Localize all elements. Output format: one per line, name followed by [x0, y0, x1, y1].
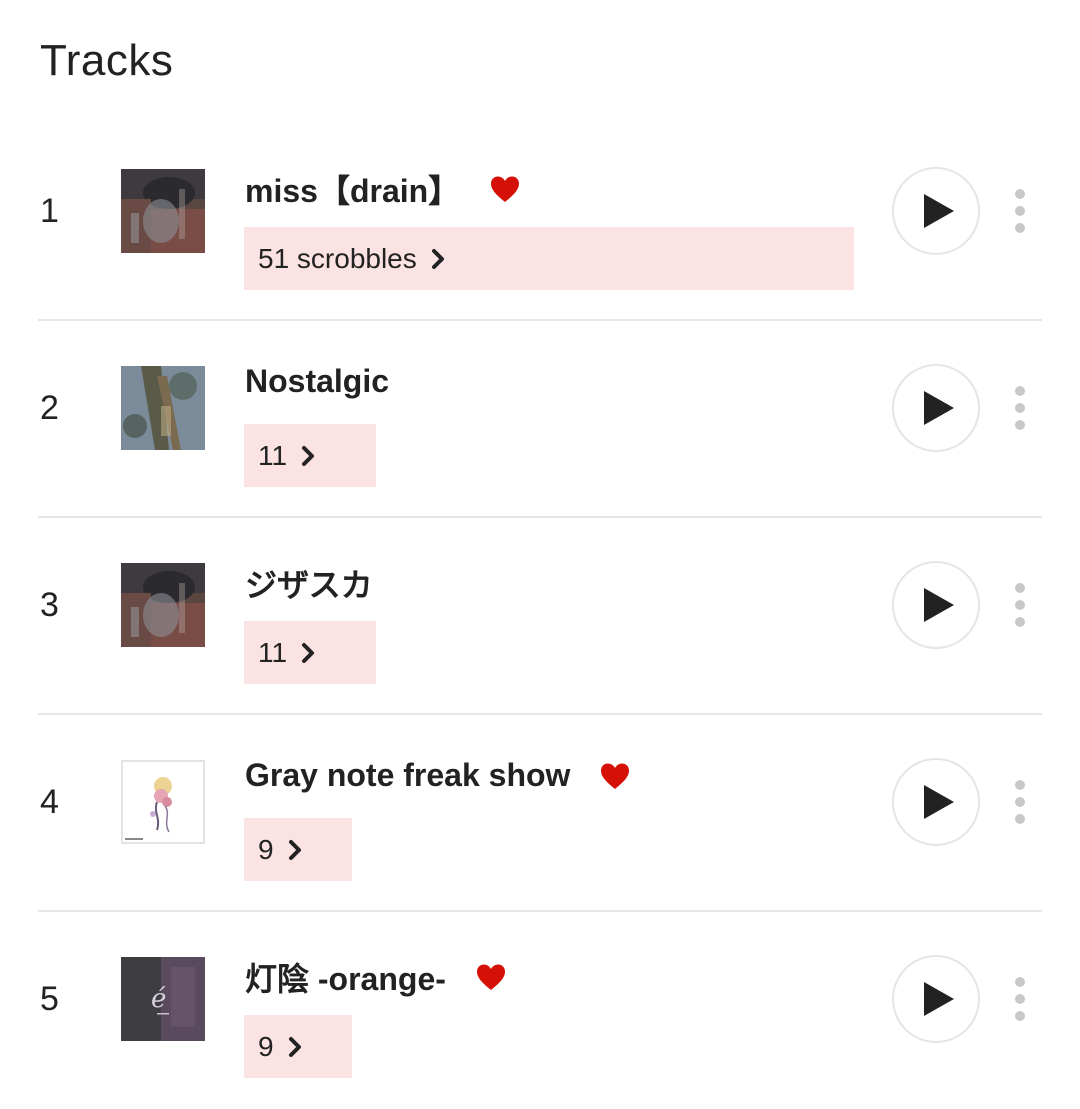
more-options-button[interactable] [1008, 580, 1032, 630]
section-title: Tracks [40, 36, 174, 85]
track-row: 3 ジザスカ 11 [0, 518, 1080, 715]
track-row: 2 Nostalgic 11 [0, 321, 1080, 518]
more-options-button[interactable] [1008, 974, 1032, 1024]
album-art[interactable] [121, 563, 205, 647]
play-button[interactable] [892, 561, 980, 649]
track-row: 4 Gray note freak show 9 [0, 715, 1080, 912]
play-button[interactable] [892, 364, 980, 452]
track-title-link[interactable]: Nostalgic [245, 363, 389, 400]
play-icon [924, 194, 954, 228]
scrobble-count-bar[interactable]: 11 [244, 621, 376, 684]
chevron-right-icon [301, 642, 315, 664]
more-options-button[interactable] [1008, 186, 1032, 236]
heart-icon[interactable] [490, 175, 520, 203]
more-options-button[interactable] [1008, 383, 1032, 433]
album-art[interactable]: é [121, 957, 205, 1041]
title-line: miss【drain】 [245, 166, 520, 212]
more-options-button[interactable] [1008, 777, 1032, 827]
play-button[interactable] [892, 955, 980, 1043]
title-line: Nostalgic [245, 363, 389, 400]
heart-icon[interactable] [600, 762, 630, 790]
chevron-right-icon [301, 445, 315, 467]
scrobble-count: 9 [258, 1030, 274, 1062]
track-rank: 2 [40, 389, 59, 427]
track-row: 1 miss【drain】 51 scrobbles [0, 124, 1080, 321]
album-art[interactable] [121, 760, 205, 844]
more-vertical-icon [1015, 386, 1025, 430]
track-row: 5 é 灯陰 -orange- 9 [0, 912, 1080, 1109]
more-vertical-icon [1015, 977, 1025, 1021]
scrobble-count: 9 [258, 833, 274, 865]
album-art-image [121, 563, 205, 647]
album-art[interactable] [121, 169, 205, 253]
play-icon [924, 391, 954, 425]
track-title-link[interactable]: ジザスカ [245, 560, 373, 606]
scrobble-count-bar[interactable]: 11 [244, 424, 376, 487]
album-art-image [123, 762, 203, 842]
play-icon [924, 982, 954, 1016]
svg-text:é: é [151, 984, 166, 1014]
play-icon [924, 785, 954, 819]
scrobble-count-bar[interactable]: 51 scrobbles [244, 227, 854, 290]
title-line: 灯陰 -orange- [245, 954, 506, 1000]
scrobble-count-bar[interactable]: 9 [244, 1015, 352, 1078]
track-rank: 4 [40, 783, 59, 821]
more-vertical-icon [1015, 583, 1025, 627]
title-line: ジザスカ [245, 560, 373, 606]
scrobble-count: 51 scrobbles [258, 242, 417, 274]
play-button[interactable] [892, 758, 980, 846]
title-line: Gray note freak show [245, 757, 630, 794]
play-icon [924, 588, 954, 622]
album-art-image [121, 169, 205, 253]
scrobble-count-bar[interactable]: 9 [244, 818, 352, 881]
chevron-right-icon [431, 248, 445, 270]
play-button[interactable] [892, 167, 980, 255]
track-title-link[interactable]: 灯陰 -orange- [245, 954, 446, 1000]
track-rank: 1 [40, 192, 59, 230]
album-art-image [121, 366, 205, 450]
scrobble-count: 11 [258, 636, 288, 668]
more-vertical-icon [1015, 780, 1025, 824]
album-art[interactable] [121, 366, 205, 450]
album-art-image: é [121, 957, 205, 1041]
track-rank: 3 [40, 586, 59, 624]
track-rank: 5 [40, 980, 59, 1018]
track-list: 1 miss【drain】 51 scrobbles 2 Nostalgic 1… [0, 124, 1080, 1109]
scrobble-count: 11 [258, 439, 288, 471]
heart-icon[interactable] [476, 963, 506, 991]
chevron-right-icon [288, 839, 302, 861]
more-vertical-icon [1015, 189, 1025, 233]
chevron-right-icon [288, 1036, 302, 1058]
track-title-link[interactable]: Gray note freak show [245, 757, 570, 794]
track-title-link[interactable]: miss【drain】 [245, 166, 460, 212]
